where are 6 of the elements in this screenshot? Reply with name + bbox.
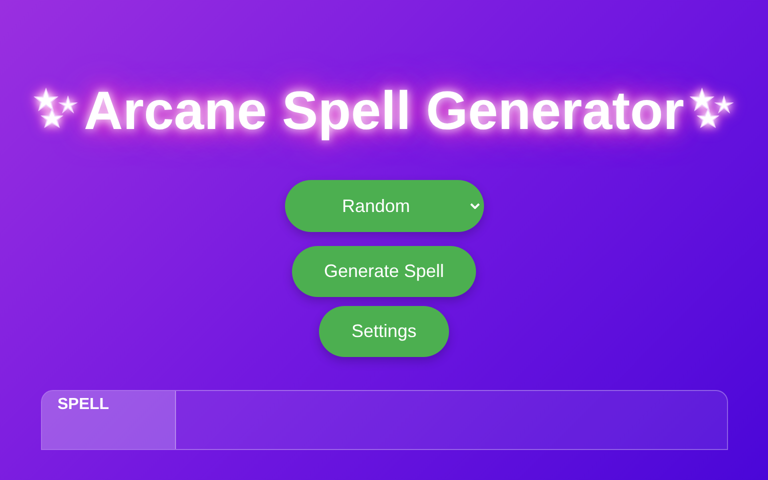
chevron-icon [470,203,480,209]
app-title: Arcane Spell Generator [84,81,684,141]
generate-button[interactable]: Generate Spell [292,246,476,297]
spell-type-select[interactable]: Random [284,180,484,232]
table-header-cell: SPELL [42,391,176,449]
settings-button[interactable]: Settings [319,306,449,357]
